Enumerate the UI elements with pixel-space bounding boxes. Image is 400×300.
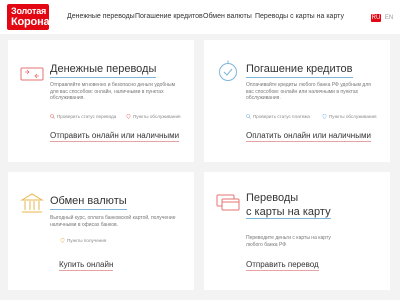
card-description: Оплачивайте кредиты любого банка РФ удоб… bbox=[246, 82, 371, 102]
card-description: Отправляйте мгновенно и безопасно деньги… bbox=[50, 82, 176, 102]
meta-label: Пункты получения bbox=[67, 238, 107, 243]
send-online-or-cash-link[interactable]: Отправить онлайн или наличными bbox=[50, 131, 180, 142]
card-money-transfers[interactable]: Денежные переводы Отправляйте мгновенно … bbox=[8, 40, 194, 162]
card-currency-exchange[interactable]: Обмен валюты Выгодный курс, оплата банко… bbox=[8, 172, 194, 290]
search-icon bbox=[50, 114, 55, 120]
pay-online-or-cash-link[interactable]: Оплатить онлайн или наличными bbox=[246, 131, 371, 142]
send-transfer-link[interactable]: Отправить перевод bbox=[246, 260, 319, 271]
currency-exchange-icon bbox=[20, 192, 44, 214]
location-pin-icon bbox=[126, 114, 131, 120]
nav-money-transfers[interactable]: Денежные переводы bbox=[67, 13, 135, 20]
lang-en[interactable]: EN bbox=[384, 14, 394, 22]
card-card-to-card[interactable]: Переводы с карты на карту Переводите ден… bbox=[204, 172, 390, 290]
lang-ru[interactable]: RU bbox=[371, 14, 381, 22]
search-icon bbox=[246, 114, 251, 120]
card-title-line2: с карты на карту bbox=[246, 206, 331, 219]
check-transfer-status-link[interactable]: Проверить статус перевода bbox=[50, 114, 117, 120]
card-title[interactable]: Переводы с карты на карту bbox=[246, 191, 331, 220]
nav-currency-exchange[interactable]: Обмен валюты bbox=[203, 13, 252, 20]
credit-repayment-icon bbox=[216, 60, 240, 82]
card-description: Переводите деньги с карты на карту любог… bbox=[246, 235, 331, 248]
service-points-link[interactable]: Пункты обслуживания bbox=[126, 114, 181, 120]
card-title-line1: Переводы bbox=[246, 192, 299, 204]
card-credit-repayment[interactable]: Погашение кредитов Оплачивайте кредиты л… bbox=[204, 40, 390, 162]
card-title[interactable]: Погашение кредитов bbox=[246, 62, 353, 78]
card-description: Выгодный курс, оплата банковской картой,… bbox=[50, 215, 176, 228]
card-title[interactable]: Обмен валюты bbox=[50, 194, 127, 210]
card-title[interactable]: Денежные переводы bbox=[50, 62, 157, 78]
pickup-points-link[interactable]: Пункты получения bbox=[60, 238, 107, 244]
location-pin-icon bbox=[322, 114, 327, 120]
logo-line1: Золотая bbox=[11, 6, 47, 16]
service-points-link[interactable]: Пункты обслуживания bbox=[322, 114, 377, 120]
meta-label: Проверить статус перевода bbox=[57, 114, 117, 119]
buy-online-link[interactable]: Купить онлайн bbox=[59, 260, 114, 271]
nav-card-to-card[interactable]: Переводы с карты на карту bbox=[255, 13, 344, 20]
logo-line2: Корона bbox=[11, 16, 50, 28]
nav-credit-repayment[interactable]: Погашение кредитов bbox=[135, 13, 203, 20]
meta-label: Пункты обслуживания bbox=[133, 114, 181, 119]
money-transfer-icon bbox=[20, 64, 44, 82]
meta-label: Пункты обслуживания bbox=[329, 114, 377, 119]
location-pin-icon bbox=[60, 238, 65, 244]
site-header: Золотая Корона Денежные переводы Погашен… bbox=[0, 0, 400, 34]
check-payment-status-link[interactable]: Проверить статус платежа bbox=[246, 114, 310, 120]
meta-label: Проверить статус платежа bbox=[253, 114, 310, 119]
zolotaya-korona-logo[interactable]: Золотая Корона bbox=[7, 4, 50, 30]
card-to-card-icon bbox=[216, 192, 240, 212]
